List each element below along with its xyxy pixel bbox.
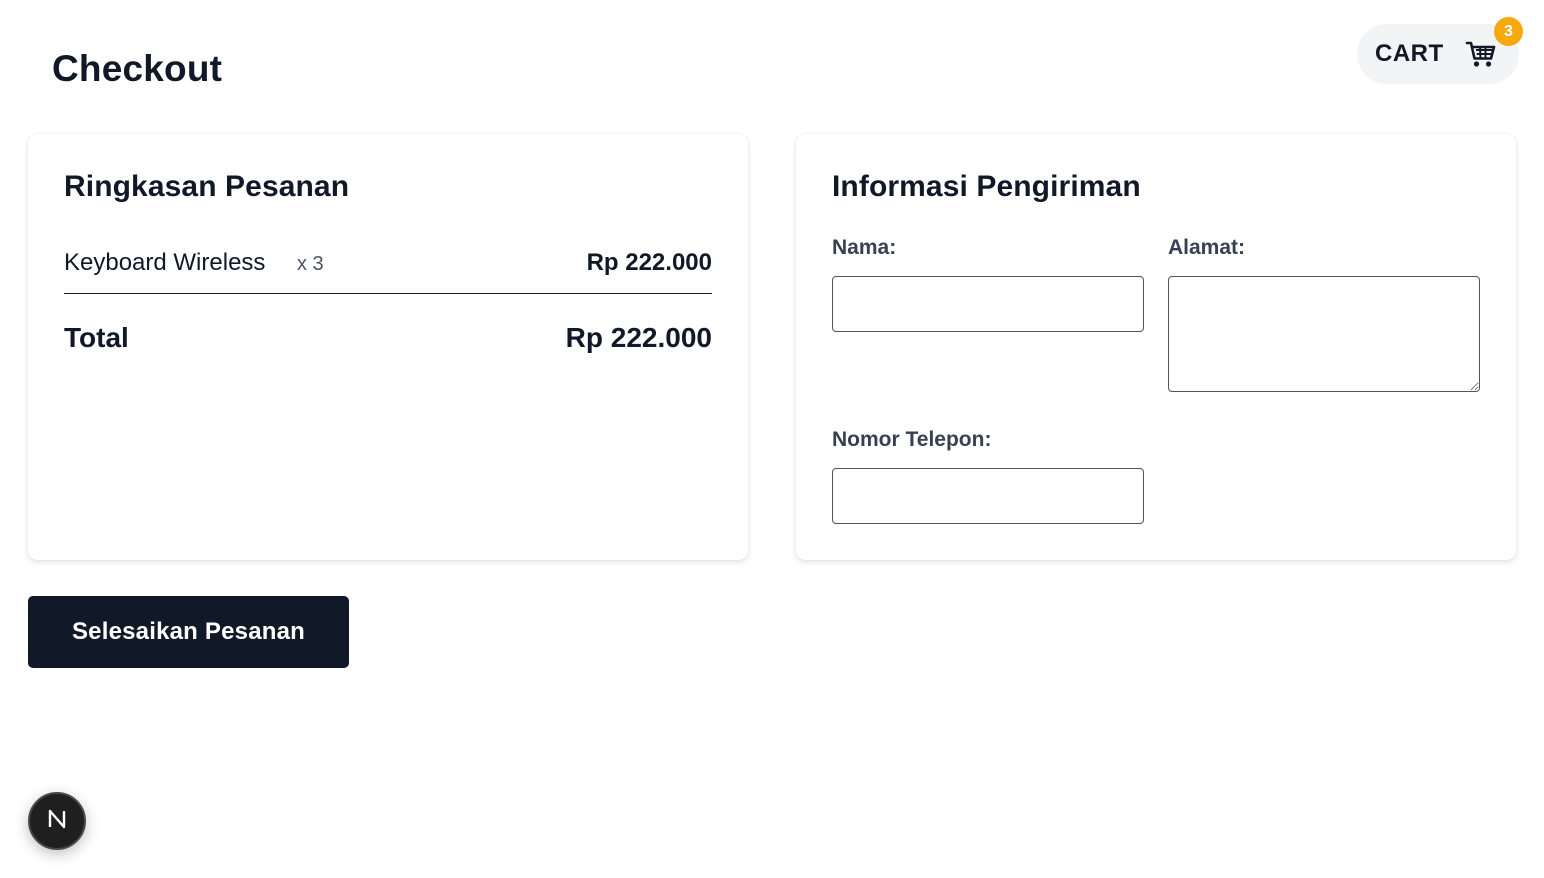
cart-button[interactable]: CART 3: [1357, 17, 1523, 84]
order-summary-title: Ringkasan Pesanan: [64, 170, 350, 203]
total-label: Total: [64, 322, 129, 353]
cart-count-badge: 3: [1494, 17, 1523, 46]
item-name: Keyboard Wireless: [64, 249, 266, 276]
nextjs-dev-indicator[interactable]: [28, 792, 86, 850]
name-label: Nama:: [832, 236, 897, 259]
name-field[interactable]: [832, 276, 1144, 332]
total-value: Rp 222.000: [565, 322, 712, 353]
item-quantity: x 3: [297, 253, 324, 275]
order-summary-card: Ringkasan Pesanan Keyboard Wireless x 3 …: [28, 134, 748, 560]
address-label: Alamat:: [1168, 236, 1246, 259]
complete-order-button[interactable]: Selesaikan Pesanan: [28, 596, 349, 668]
shipping-info-title: Informasi Pengiriman: [832, 170, 1141, 203]
item-price: Rp 222.000: [586, 249, 712, 276]
page-title: Checkout: [52, 48, 223, 89]
shopping-cart-icon: [1465, 40, 1497, 68]
phone-label: Nomor Telepon:: [832, 428, 992, 451]
address-field[interactable]: [1168, 276, 1480, 392]
shipping-info-card: Informasi Pengiriman Nama: Alamat: Nomor…: [796, 134, 1516, 560]
cart-label: CART: [1375, 40, 1444, 67]
phone-field[interactable]: [832, 468, 1144, 524]
order-item: Keyboard Wireless x 3 Rp 222.000: [64, 246, 712, 294]
nextjs-logo-icon: [44, 806, 70, 837]
